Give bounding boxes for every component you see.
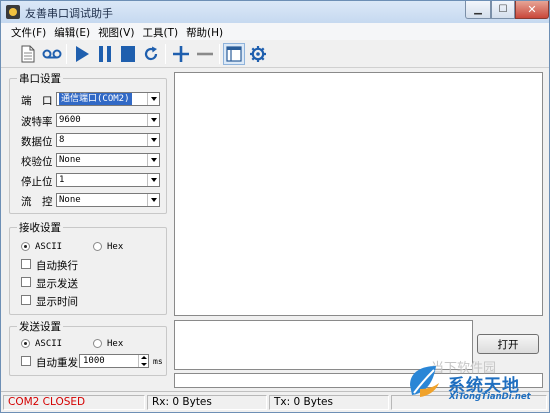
resend-interval-value: 1000 <box>83 356 105 366</box>
receive-settings-group: 接收设置 <box>9 220 167 315</box>
resend-interval-input[interactable]: 1000 <box>79 354 149 368</box>
send-hex-label: Hex <box>107 339 124 349</box>
flow-select[interactable]: None <box>56 193 160 207</box>
minimize-button[interactable]: ▁ <box>465 1 491 19</box>
toolbar-separator <box>165 44 166 64</box>
window-layout-icon <box>226 46 242 62</box>
watermark-subtitle: XiTongTianDi.net <box>449 392 531 402</box>
tape-icon <box>42 49 62 59</box>
baud-label: 波特率 <box>21 116 53 128</box>
chevron-down-icon <box>147 114 159 126</box>
send-settings-group: 发送设置 <box>9 319 167 376</box>
group-title: 串口设置 <box>17 71 63 86</box>
receive-ascii-radio[interactable] <box>21 242 30 251</box>
stop-bits-select[interactable]: 1 <box>56 173 160 187</box>
auto-resend-label: 自动重发 <box>36 357 78 369</box>
baud-value: 9600 <box>59 115 81 125</box>
interval-unit-label: ms <box>153 357 163 366</box>
rx-counter: Rx: 0 Bytes <box>147 395 267 410</box>
close-button[interactable]: ✕ <box>515 1 549 19</box>
stop-button[interactable] <box>117 43 139 65</box>
show-send-checkbox[interactable] <box>21 277 31 287</box>
window-title: 友善串口调试助手 <box>25 7 113 20</box>
stop-bits-value: 1 <box>59 175 65 185</box>
layout-button[interactable] <box>223 43 245 65</box>
show-send-label: 显示发送 <box>36 278 78 290</box>
close-icon: ✕ <box>527 3 537 16</box>
pause-button[interactable] <box>94 43 116 65</box>
plus-icon <box>173 46 189 62</box>
settings-button[interactable] <box>247 43 269 65</box>
open-button-label: 打开 <box>497 338 519 351</box>
toolbar-separator <box>66 44 67 64</box>
minimize-icon: ▁ <box>474 4 482 15</box>
send-hex-radio[interactable] <box>93 339 102 348</box>
send-ascii-radio[interactable] <box>21 339 30 348</box>
toolbar <box>1 40 549 68</box>
chevron-down-icon <box>147 93 159 105</box>
chevron-down-icon <box>147 194 159 206</box>
baud-select[interactable]: 9600 <box>56 113 160 127</box>
open-button[interactable]: 打开 <box>477 334 539 354</box>
show-time-label: 显示时间 <box>36 296 78 308</box>
chevron-down-icon <box>147 134 159 146</box>
chevron-down-icon <box>147 154 159 166</box>
menu-help[interactable]: 帮助(H) <box>182 23 227 40</box>
watermark-logo-icon <box>410 366 439 397</box>
tx-counter: Tx: 0 Bytes <box>269 395 389 410</box>
data-bits-label: 数据位 <box>21 136 53 148</box>
maximize-icon: ☐ <box>498 4 508 15</box>
app-window: 友善串口调试助手 ▁ ☐ ✕ 文件(F) 编辑(E) 视图(V) 工具(T) 帮… <box>0 0 550 413</box>
title-bar: 友善串口调试助手 ▁ ☐ ✕ <box>1 1 549 23</box>
menu-edit[interactable]: 编辑(E) <box>50 23 94 40</box>
port-value: 通信端口(COM2) <box>59 93 132 105</box>
new-button[interactable] <box>17 43 39 65</box>
pause-icon <box>99 46 111 62</box>
receive-hex-label: Hex <box>107 242 124 252</box>
show-time-checkbox[interactable] <box>21 295 31 305</box>
gear-icon <box>250 46 266 62</box>
port-select[interactable]: 通信端口(COM2) <box>56 92 160 106</box>
group-title: 发送设置 <box>17 319 63 334</box>
toolbar-separator <box>219 44 220 64</box>
menu-tools[interactable]: 工具(T) <box>138 23 182 40</box>
chevron-down-icon <box>147 174 159 186</box>
port-status: COM2 CLOSED <box>3 395 145 410</box>
data-bits-select[interactable]: 8 <box>56 133 160 147</box>
data-bits-value: 8 <box>59 135 65 145</box>
group-title: 接收设置 <box>17 220 63 235</box>
flow-value: None <box>59 195 81 205</box>
receive-ascii-label: ASCII <box>35 242 63 252</box>
port-label: 端 口 <box>21 95 53 107</box>
menu-view[interactable]: 视图(V) <box>94 23 138 40</box>
record-button[interactable] <box>41 43 63 65</box>
receive-hex-radio[interactable] <box>93 242 102 251</box>
parity-select[interactable]: None <box>56 153 160 167</box>
document-icon <box>21 45 35 63</box>
auto-newline-label: 自动换行 <box>36 260 78 272</box>
app-logo-icon <box>6 5 20 19</box>
minus-icon <box>197 52 213 56</box>
stop-bits-label: 停止位 <box>21 176 53 188</box>
refresh-button[interactable] <box>140 43 162 65</box>
auto-resend-checkbox[interactable] <box>21 356 31 366</box>
menu-file[interactable]: 文件(F) <box>7 23 50 40</box>
receive-textarea[interactable] <box>174 72 543 316</box>
auto-newline-checkbox[interactable] <box>21 259 31 269</box>
send-ascii-label: ASCII <box>35 339 63 349</box>
flow-label: 流 控 <box>21 196 53 208</box>
parity-value: None <box>59 155 81 165</box>
zoom-out-button[interactable] <box>194 43 216 65</box>
start-button[interactable] <box>71 43 93 65</box>
parity-label: 校验位 <box>21 156 53 168</box>
spinner-arrows-icon[interactable] <box>138 355 148 367</box>
stop-icon <box>121 46 135 62</box>
refresh-icon <box>144 46 158 61</box>
zoom-in-button[interactable] <box>170 43 192 65</box>
menu-bar: 文件(F) 编辑(E) 视图(V) 工具(T) 帮助(H) <box>1 23 549 40</box>
play-icon <box>76 46 89 62</box>
maximize-button[interactable]: ☐ <box>491 1 515 19</box>
